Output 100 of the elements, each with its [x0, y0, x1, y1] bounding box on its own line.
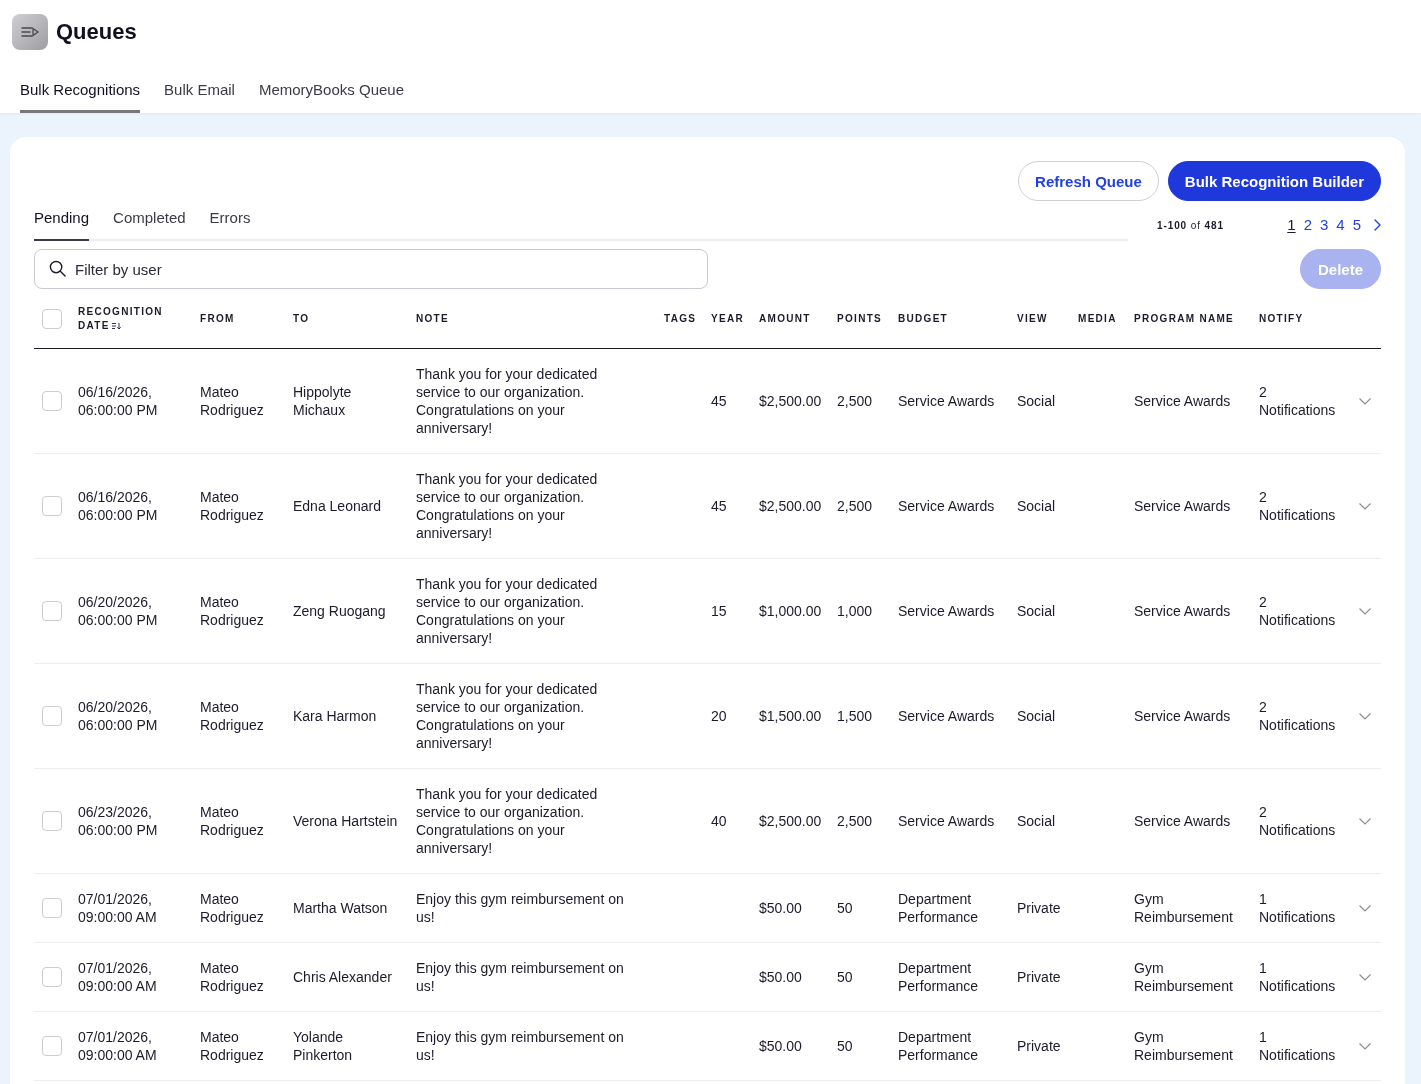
table-cell-text: Service Awards [1134, 392, 1232, 410]
table-cell-text: Gym Reimbursement [1134, 890, 1234, 926]
table-cell-text: 1 Notifications [1259, 1028, 1337, 1064]
column-header: VIEW [1017, 313, 1048, 324]
table-cell-text: 1 Notifications [1259, 959, 1337, 995]
page-link[interactable]: 2 [1303, 216, 1312, 234]
table-cell-text: Department Performance [898, 959, 980, 995]
table-cell-text: Mateo Rodriguez [200, 698, 265, 734]
table-cell-text: 50 [837, 1037, 854, 1055]
column-header: NOTIFY [1259, 313, 1304, 324]
table-cell-text: Edna Leonard [293, 497, 382, 515]
status-tab[interactable]: Completed [113, 201, 186, 241]
table-cell-text: Hippolyte Michaux [293, 383, 353, 419]
column-header[interactable]: RECOGNITION DATE [78, 305, 170, 333]
tab[interactable]: Bulk Recognitions [20, 70, 141, 113]
table-cell-text: 50 [837, 968, 854, 986]
page-link[interactable]: 1 [1287, 216, 1296, 234]
table-cell-text: Department Performance [898, 890, 980, 926]
column-header: FROM [200, 313, 235, 324]
chevron-down-icon[interactable] [1359, 502, 1371, 510]
table-cell-text: $50.00 [759, 1037, 803, 1055]
table-cell-text: 1,000 [837, 602, 874, 620]
table-cell-text: 07/01/2026, 09:00:00 AM [78, 1028, 158, 1064]
status-tab[interactable]: Pending [34, 201, 90, 241]
column-header: BUDGET [898, 313, 949, 324]
row-checkbox[interactable] [42, 967, 62, 987]
table-cell-text: Service Awards [898, 812, 996, 830]
column-header: TAGS [664, 313, 697, 324]
row-checkbox[interactable] [42, 391, 62, 411]
chevron-down-icon[interactable] [1359, 904, 1371, 912]
tab[interactable]: Bulk Email [164, 70, 235, 113]
row-checkbox[interactable] [42, 898, 62, 918]
table-cell-text: Social [1017, 707, 1057, 725]
column-header: TO [293, 313, 310, 324]
page-link[interactable]: 5 [1352, 216, 1361, 234]
row-checkbox[interactable] [42, 1036, 62, 1056]
table-cell-text: 15 [711, 602, 728, 620]
table-cell-text: Kara Harmon [293, 707, 378, 725]
table-cell-text: $50.00 [759, 968, 803, 986]
row-checkbox[interactable] [42, 811, 62, 831]
table-cell-text: 06/20/2026, 06:00:00 PM [78, 593, 159, 629]
chevron-down-icon[interactable] [1359, 397, 1371, 405]
table-cell-text: 50 [837, 899, 854, 917]
refresh-button[interactable]: Refresh Queue [1018, 161, 1159, 201]
select-all-checkbox[interactable] [42, 309, 62, 329]
table-cell-text: Mateo Rodriguez [200, 1028, 265, 1064]
table-cell-text: 2 Notifications [1259, 488, 1337, 524]
row-checkbox[interactable] [42, 706, 62, 726]
column-header: NOTE [416, 313, 449, 324]
table-cell-text: Thank you for your dedicated service to our organization. Congratulations on your anniversary! [416, 365, 599, 437]
table-cell-text: Service Awards [1134, 707, 1232, 725]
table-cell-text: 07/01/2026, 09:00:00 AM [78, 959, 158, 995]
chevron-down-icon[interactable] [1359, 712, 1371, 720]
row-checkbox[interactable] [42, 496, 62, 516]
tab[interactable]: MemoryBooks Queue [258, 70, 404, 113]
status-tab[interactable]: Errors [209, 201, 251, 241]
table-cell-text: Enjoy this gym reimbursement on us! [416, 1028, 625, 1064]
row-checkbox[interactable] [42, 601, 62, 621]
table-cell-text: Thank you for your dedicated service to our organization. Congratulations on your anniversary! [416, 785, 599, 857]
chevron-down-icon[interactable] [1359, 607, 1371, 615]
table-cell-text: 06/20/2026, 06:00:00 PM [78, 698, 159, 734]
table-cell-text: $2,500.00 [759, 812, 823, 830]
chevron-down-icon[interactable] [1359, 1042, 1371, 1050]
table-cell-text: Verona Hartstein [293, 812, 399, 830]
table-cell-text: 06/23/2026, 06:00:00 PM [78, 803, 159, 839]
builder-button[interactable]: Bulk Recognition Builder [1167, 161, 1381, 201]
chevron-right-icon[interactable] [1374, 219, 1381, 231]
page-title: Queues [56, 19, 137, 45]
table-cell-text: Mateo Rodriguez [200, 383, 265, 419]
table-cell-text: Yolande Pinkerton [293, 1028, 354, 1064]
table-cell-text: Thank you for your dedicated service to our organization. Congratulations on your anniversary! [416, 575, 599, 647]
table-cell-text: 45 [711, 392, 728, 410]
page-link[interactable]: 3 [1319, 216, 1329, 234]
table-cell-text: Social [1017, 392, 1057, 410]
page-range-text: 1-100 of 481 [1157, 219, 1224, 231]
table-cell-text: Service Awards [1134, 812, 1232, 830]
table-cell-text: Gym Reimbursement [1134, 959, 1234, 995]
table-cell-text: 45 [711, 497, 728, 515]
filter-field[interactable]: Filter by user [34, 249, 708, 289]
table-cell-text: 20 [711, 707, 728, 725]
table-cell-text: 2 Notifications [1259, 698, 1337, 734]
table-cell-text: Social [1017, 602, 1057, 620]
page-link[interactable]: 4 [1336, 216, 1345, 234]
table-cell-text: Mateo Rodriguez [200, 890, 265, 926]
column-header: YEAR [711, 313, 744, 324]
chevron-down-icon[interactable] [1359, 973, 1371, 981]
column-header: PROGRAM NAME [1134, 313, 1235, 324]
table-cell-text: Private [1017, 899, 1062, 917]
table-cell-text: Service Awards [898, 497, 996, 515]
table-cell-text: Gym Reimbursement [1134, 1028, 1234, 1064]
table-cell-text: Service Awards [1134, 602, 1232, 620]
table-cell-text: 2,500 [837, 392, 874, 410]
chevron-down-icon[interactable] [1359, 817, 1371, 825]
table-cell-text: 06/16/2026, 06:00:00 PM [78, 488, 159, 524]
table-cell-text: $1,000.00 [759, 602, 823, 620]
table-cell-text: Thank you for your dedicated service to our organization. Congratulations on your anniversary! [416, 680, 599, 752]
table-cell-text: Service Awards [898, 707, 996, 725]
table-cell-text: $2,500.00 [759, 497, 823, 515]
table-cell-text: Mateo Rodriguez [200, 593, 265, 629]
table-cell-text: Chris Alexander [293, 968, 393, 986]
